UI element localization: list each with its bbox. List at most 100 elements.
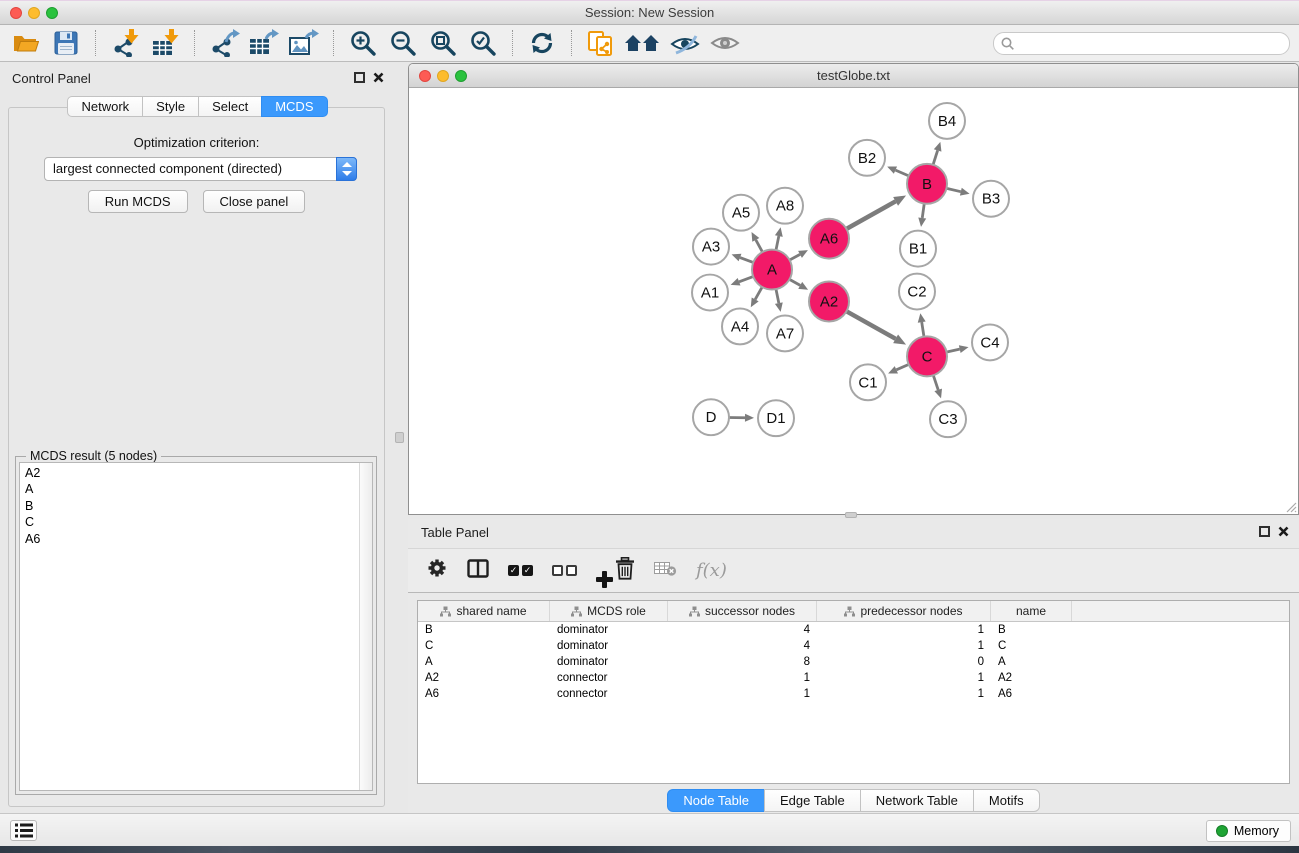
graph-node-A5[interactable]: A5 <box>723 195 759 231</box>
deselect-all-button[interactable] <box>552 565 577 576</box>
table-row[interactable]: Adominator80A <box>418 654 1289 670</box>
mcds-result-item[interactable]: A6 <box>20 531 372 547</box>
home-views-button[interactable] <box>621 27 665 59</box>
tab-network-table[interactable]: Network Table <box>860 789 974 812</box>
tab-motifs[interactable]: Motifs <box>973 789 1040 812</box>
import-table-button[interactable] <box>145 27 185 59</box>
tab-edge-table[interactable]: Edge Table <box>764 789 861 812</box>
zoom-in-button[interactable] <box>343 27 383 59</box>
graph-node-A2[interactable]: A2 <box>809 282 849 322</box>
run-mcds-button[interactable]: Run MCDS <box>88 190 188 213</box>
graph-edge-B-B1[interactable] <box>918 202 926 227</box>
select-all-button[interactable]: ✓ ✓ <box>508 565 533 576</box>
tab-network[interactable]: Network <box>67 96 143 117</box>
column-header-name[interactable]: name <box>991 601 1072 621</box>
table-row[interactable]: A6connector11A6 <box>418 686 1289 702</box>
graph-node-B4[interactable]: B4 <box>929 103 965 139</box>
graph-node-D[interactable]: D <box>693 399 729 435</box>
result-list-scrollbar[interactable] <box>359 463 372 790</box>
column-header-MCDS-role[interactable]: MCDS role <box>550 601 668 621</box>
vertical-split-divider-handle[interactable] <box>395 432 404 443</box>
show-details-button[interactable] <box>705 27 745 59</box>
network-window-titlebar[interactable]: testGlobe.txt <box>409 64 1298 88</box>
float-panel-button[interactable] <box>354 72 365 83</box>
import-network-button[interactable] <box>105 27 145 59</box>
export-network-button[interactable] <box>204 27 244 59</box>
graph-node-C[interactable]: C <box>907 336 947 376</box>
graph-node-A6[interactable]: A6 <box>809 219 849 259</box>
table-row[interactable]: Bdominator41B <box>418 622 1289 638</box>
mcds-result-item[interactable]: B <box>20 498 372 514</box>
search-input[interactable] <box>1019 37 1281 51</box>
close-panel-icon[interactable] <box>373 72 384 83</box>
graph-edge-A-A8[interactable] <box>775 227 783 252</box>
graph-edge-A-A1[interactable] <box>731 276 755 286</box>
network-maximize-traffic-light[interactable] <box>455 70 467 82</box>
network-minimize-traffic-light[interactable] <box>437 70 449 82</box>
column-header-shared-name[interactable]: shared name <box>418 601 550 621</box>
open-session-button[interactable] <box>6 27 46 59</box>
tab-mcds[interactable]: MCDS <box>261 96 327 117</box>
save-session-button[interactable] <box>46 27 86 59</box>
show-panels-button[interactable] <box>10 820 37 841</box>
graph-edge-B-B2[interactable] <box>887 166 910 176</box>
graph-edge-A-A3[interactable] <box>732 254 756 263</box>
mcds-result-item[interactable]: C <box>20 514 372 530</box>
float-table-panel-button[interactable] <box>1259 526 1270 537</box>
graph-node-C4[interactable]: C4 <box>972 324 1008 360</box>
column-header-successor-nodes[interactable]: successor nodes <box>668 601 817 621</box>
graph-edge-C-C4[interactable] <box>945 345 969 353</box>
minimize-window-traffic-light[interactable] <box>28 7 40 19</box>
mcds-result-item[interactable]: A2 <box>20 465 372 481</box>
search-field[interactable] <box>993 32 1290 55</box>
export-image-button[interactable] <box>284 27 324 59</box>
graph-node-A7[interactable]: A7 <box>767 315 803 351</box>
graph-edge-A-A7[interactable] <box>775 287 783 312</box>
graph-node-B[interactable]: B <box>907 164 947 204</box>
graph-edge-C-C2[interactable] <box>918 313 926 338</box>
table-settings-button[interactable] <box>426 557 448 584</box>
export-table-button[interactable] <box>244 27 284 59</box>
graph-node-C2[interactable]: C2 <box>899 274 935 310</box>
graph-node-A1[interactable]: A1 <box>692 275 728 311</box>
delete-column-button[interactable] <box>615 557 635 585</box>
graph-node-C3[interactable]: C3 <box>930 401 966 437</box>
table-row[interactable]: Cdominator41C <box>418 638 1289 654</box>
tab-node-table[interactable]: Node Table <box>667 789 765 812</box>
graph-node-B1[interactable]: B1 <box>900 231 936 267</box>
graph-edge-A6-B[interactable] <box>845 195 906 229</box>
graph-edge-B-B3[interactable] <box>945 188 970 196</box>
zoom-fit-button[interactable] <box>423 27 463 59</box>
close-table-panel-icon[interactable] <box>1278 526 1289 537</box>
network-close-traffic-light[interactable] <box>419 70 431 82</box>
graph-node-B3[interactable]: B3 <box>973 181 1009 217</box>
graph-edge-C-C1[interactable] <box>888 364 910 374</box>
optimization-criterion-select[interactable]: largest connected component (directed) <box>44 157 357 181</box>
graph-edge-A-A6[interactable] <box>788 250 808 261</box>
network-canvas[interactable]: B4B2BB3A5A8A6A3B1AA1C2A2A4A7C4CC1DD1C3 <box>409 89 1298 514</box>
refresh-button[interactable] <box>522 27 562 59</box>
graph-node-D1[interactable]: D1 <box>758 400 794 436</box>
graph-edge-A-A5[interactable] <box>752 232 764 254</box>
zoom-out-button[interactable] <box>383 27 423 59</box>
graph-edge-D-D1[interactable] <box>727 414 754 422</box>
zoom-selected-button[interactable] <box>463 27 503 59</box>
column-header-predecessor-nodes[interactable]: predecessor nodes <box>817 601 991 621</box>
maximize-window-traffic-light[interactable] <box>46 7 58 19</box>
graph-edge-B-B4[interactable] <box>932 142 941 167</box>
graph-node-B2[interactable]: B2 <box>849 140 885 176</box>
tab-style[interactable]: Style <box>142 96 199 117</box>
memory-button[interactable]: Memory <box>1206 820 1291 842</box>
hide-details-button[interactable] <box>665 27 705 59</box>
graph-node-A4[interactable]: A4 <box>722 308 758 344</box>
window-resize-grip[interactable] <box>1284 500 1297 513</box>
graph-node-A8[interactable]: A8 <box>767 188 803 224</box>
close-window-traffic-light[interactable] <box>10 7 22 19</box>
graph-edge-A2-C[interactable] <box>845 310 906 344</box>
column-view-button[interactable] <box>467 559 489 583</box>
mcds-result-item[interactable]: A <box>20 481 372 497</box>
graph-edge-C-C3[interactable] <box>933 373 942 398</box>
graph-node-A[interactable]: A <box>752 250 792 290</box>
tab-select[interactable]: Select <box>198 96 262 117</box>
close-panel-button[interactable]: Close panel <box>203 190 306 213</box>
